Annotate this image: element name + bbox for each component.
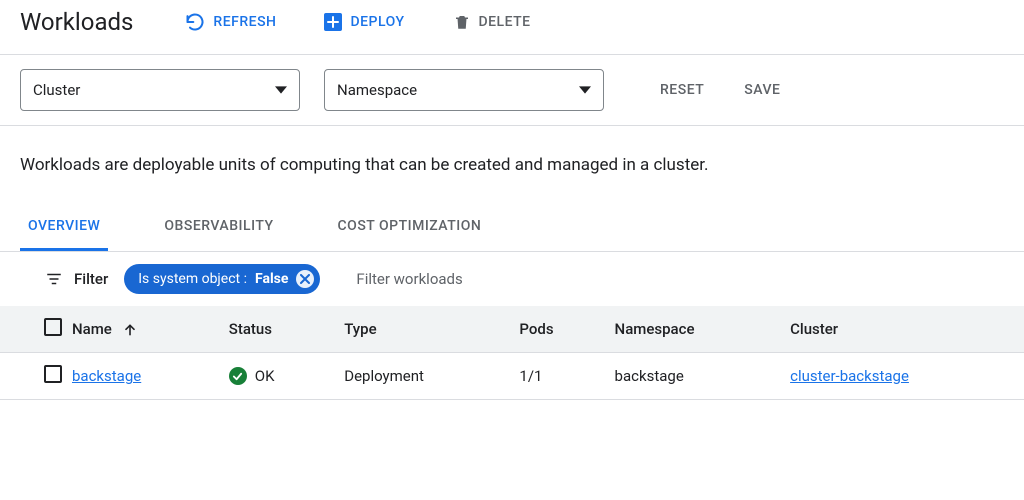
tab-observability[interactable]: OBSERVABILITY	[156, 204, 281, 251]
close-icon[interactable]	[296, 270, 314, 288]
filter-icon	[44, 270, 64, 288]
filter-chip-system-object[interactable]: Is system object : False	[124, 264, 320, 294]
cell-type: Deployment	[334, 353, 509, 400]
col-status[interactable]: Status	[219, 306, 334, 353]
cluster-dropdown[interactable]: Cluster	[20, 69, 300, 111]
namespace-dropdown[interactable]: Namespace	[324, 69, 604, 111]
cell-namespace: backstage	[605, 353, 781, 400]
workloads-table: Name Status Type Pods Namespace Cluster …	[0, 306, 1024, 400]
select-all-checkbox[interactable]	[44, 318, 62, 336]
col-namespace[interactable]: Namespace	[605, 306, 781, 353]
tab-cost-optimization[interactable]: COST OPTIMIZATION	[330, 204, 490, 251]
workload-name-link[interactable]: backstage	[72, 367, 141, 385]
chevron-down-icon	[579, 84, 591, 96]
col-name[interactable]: Name	[62, 306, 219, 353]
col-cluster[interactable]: Cluster	[780, 306, 1024, 353]
row-checkbox[interactable]	[44, 365, 62, 383]
status-text: OK	[255, 367, 275, 385]
chevron-down-icon	[275, 84, 287, 96]
page-description: Workloads are deployable units of comput…	[0, 126, 760, 204]
delete-button[interactable]: DELETE	[453, 13, 531, 31]
filter-input[interactable]: Filter workloads	[336, 270, 462, 288]
cluster-link[interactable]: cluster-backstage	[790, 367, 909, 385]
col-type[interactable]: Type	[334, 306, 509, 353]
trash-icon	[453, 13, 471, 31]
save-button[interactable]: SAVE	[736, 82, 788, 98]
cell-pods: 1/1	[509, 353, 604, 400]
table-filter-label[interactable]: Filter	[44, 270, 108, 288]
deploy-label: DEPLOY	[350, 14, 404, 30]
filter-chip-key: Is system object :	[138, 271, 247, 287]
reset-button[interactable]: RESET	[652, 82, 712, 98]
deploy-button[interactable]: DEPLOY	[324, 13, 404, 31]
table-row: backstage OK Deployment 1/1 backstage cl…	[0, 353, 1024, 400]
refresh-button[interactable]: REFRESH	[185, 12, 276, 32]
sort-ascending-icon	[122, 322, 138, 338]
namespace-dropdown-label: Namespace	[337, 81, 417, 99]
delete-label: DELETE	[479, 14, 531, 30]
filter-chip-value: False	[255, 271, 288, 287]
table-header-row: Name Status Type Pods Namespace Cluster	[0, 306, 1024, 353]
cluster-dropdown-label: Cluster	[33, 81, 80, 99]
tab-overview[interactable]: OVERVIEW	[20, 204, 108, 251]
status-ok-icon	[229, 367, 247, 385]
page-title: Workloads	[20, 8, 133, 36]
col-pods[interactable]: Pods	[509, 306, 604, 353]
plus-box-icon	[324, 13, 342, 31]
table-filter-text: Filter	[74, 270, 108, 288]
refresh-icon	[185, 12, 205, 32]
refresh-label: REFRESH	[213, 14, 276, 30]
